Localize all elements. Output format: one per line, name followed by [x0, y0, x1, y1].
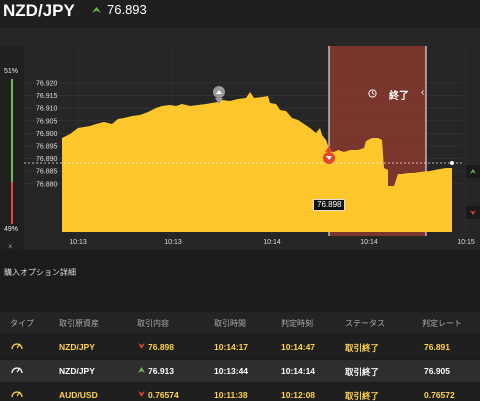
down-sentiment-bar [11, 182, 13, 224]
row-pair: NZD/JPY [59, 342, 95, 352]
y-tick-label: 76.890 [36, 156, 58, 163]
x-axis-labels: 10:13 10:13 10:14 10:14 10:15 [69, 239, 475, 246]
section-title: 購入オプション詳細 [4, 268, 76, 277]
y-tick-label: 76.885 [36, 169, 58, 176]
col-time: 取引時間 [214, 319, 246, 328]
table-row[interactable]: NZD/JPY 76.898 10:14:17 10:14:47 取引終了 76… [0, 336, 480, 358]
header-price: 76.893 [107, 2, 147, 17]
col-rate: 判定レート [422, 319, 462, 328]
row-content: 76.913 [148, 366, 174, 376]
y-tick-label: 76.910 [36, 106, 58, 113]
down-arrow-icon [138, 343, 145, 349]
row-rate: 76.891 [424, 342, 450, 352]
x-tick-label: 10:13 [164, 239, 182, 246]
table-row[interactable]: AUD/USD 0.76574 10:11:38 10:12:08 取引終了 0… [0, 384, 480, 401]
x-tick-label: 10:15 [457, 239, 475, 246]
col-status: ステータス [345, 319, 385, 328]
timer-icon [368, 89, 377, 98]
col-judge-time: 判定時刻 [281, 319, 313, 328]
down-percentage: 49% [4, 226, 19, 233]
down-arrow-icon [138, 391, 145, 397]
pair-title: NZD/JPY [3, 1, 75, 20]
x-tick-label: 10:14 [360, 239, 378, 246]
row-judge-time: 10:12:08 [281, 390, 316, 400]
table-header: タイプ 取引原資産 取引内容 取引時間 判定時刻 ステータス 判定レート [0, 312, 480, 334]
price-chart[interactable]: 76.920 76.915 76.910 76.905 76.900 76.895 76.8… [0, 28, 480, 250]
current-price-label: 76.898 [313, 199, 346, 211]
table-row[interactable]: NZD/JPY 76.913 10:13:44 10:14:14 取引終了 76… [0, 360, 480, 382]
row-time: 10:14:17 [214, 342, 249, 352]
row-rate: 0.76572 [424, 390, 455, 400]
expiry-band-label: 終了 [389, 91, 409, 102]
chart-area[interactable]: 76.920 76.915 76.910 76.905 76.900 76.895 76.8… [0, 28, 480, 251]
col-type: タイプ [10, 319, 34, 328]
row-judge-time: 10:14:14 [281, 366, 316, 376]
up-arrow-icon [138, 367, 145, 373]
gauge-icon [11, 367, 23, 374]
band-collapse-icon[interactable]: ‹ [421, 87, 424, 98]
x-tick-label: 10:13 [69, 239, 87, 246]
row-status: 取引終了 [345, 343, 380, 353]
side-sentiment-panel: 51% 49% × [0, 46, 24, 251]
row-status: 取引終了 [345, 367, 380, 377]
col-asset: 取引原資産 [59, 319, 99, 328]
right-down-arrow-icon[interactable] [466, 206, 480, 219]
current-price-dot [450, 161, 454, 165]
y-axis-labels: 76.920 76.915 76.910 76.905 76.900 76.895 76.8… [36, 81, 58, 189]
up-percentage: 51% [4, 68, 19, 75]
x-tick-label: 10:14 [263, 239, 281, 246]
row-time: 10:11:38 [214, 390, 248, 400]
row-content: 76.898 [148, 342, 174, 352]
row-time: 10:13:44 [214, 366, 249, 376]
y-tick-label: 76.920 [36, 81, 58, 88]
row-pair: NZD/JPY [59, 366, 95, 376]
row-status: 取引終了 [345, 391, 380, 401]
row-rate: 76.905 [424, 366, 450, 376]
header-bar: NZD/JPY 76.893 [0, 0, 480, 28]
up-sentiment-bar [11, 79, 13, 182]
y-tick-label: 76.915 [36, 93, 58, 100]
gauge-icon [11, 391, 23, 398]
right-up-arrow-icon[interactable] [466, 165, 480, 178]
y-tick-label: 76.905 [36, 118, 58, 125]
gauge-icon [11, 343, 23, 350]
row-judge-time: 10:14:47 [281, 342, 316, 352]
y-tick-label: 76.900 [36, 131, 58, 138]
close-icon[interactable]: × [8, 242, 13, 251]
y-tick-label: 76.880 [36, 181, 58, 188]
row-pair: AUD/USD [59, 390, 98, 400]
price-up-arrow-icon [92, 7, 101, 13]
row-content: 0.76574 [148, 390, 179, 400]
col-content: 取引内容 [137, 319, 169, 328]
y-tick-label: 76.895 [36, 144, 58, 151]
